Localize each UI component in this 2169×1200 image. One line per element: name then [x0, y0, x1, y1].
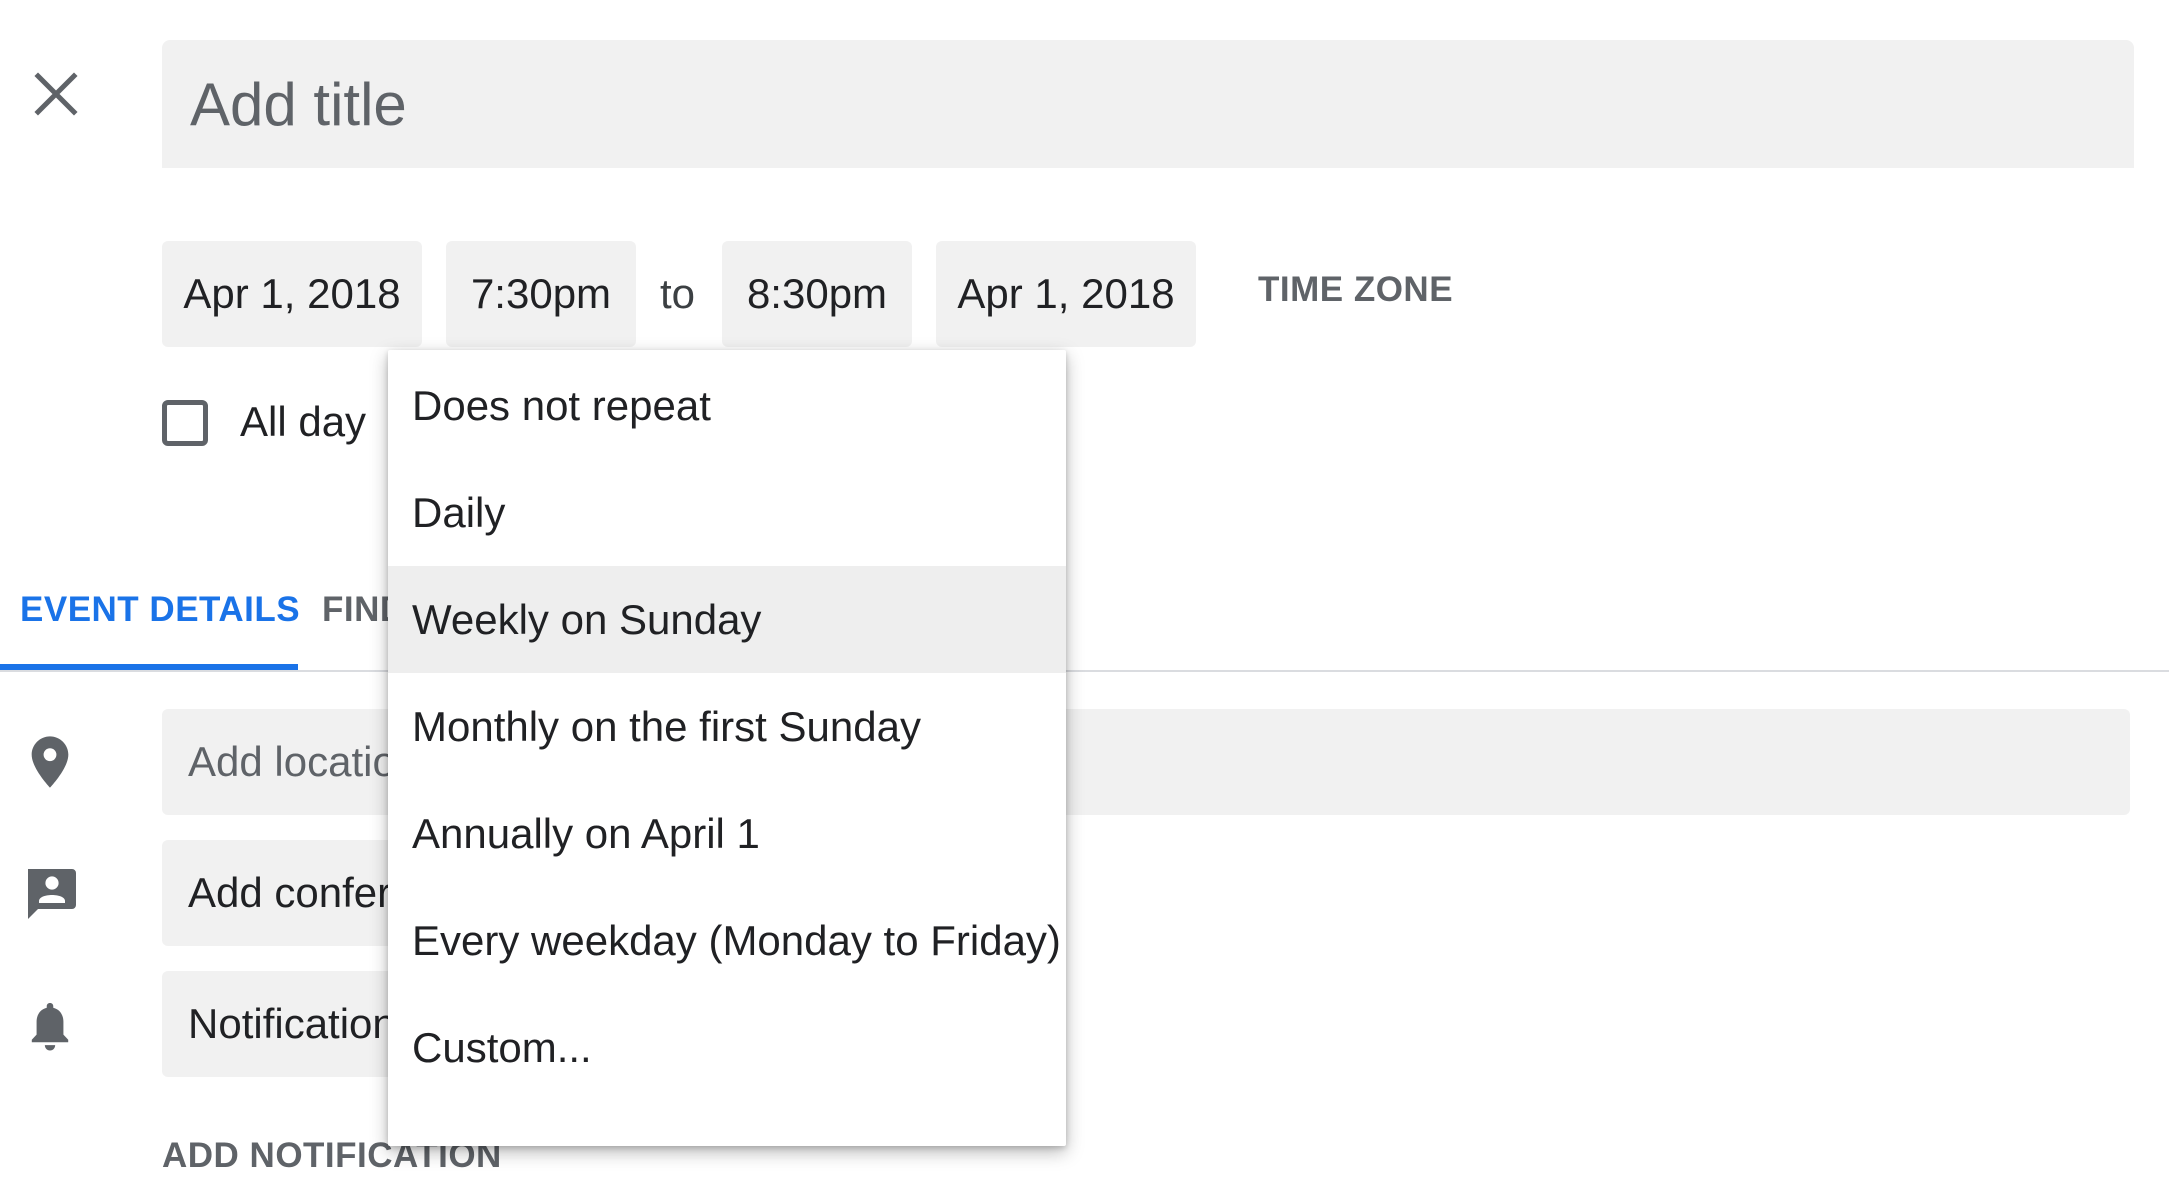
close-button[interactable]	[22, 62, 90, 130]
notification-label: Notification	[188, 1000, 396, 1047]
menu-item-every-weekday[interactable]: Every weekday (Monday to Friday)	[388, 887, 1066, 994]
to-label: to	[660, 270, 696, 317]
end-date-button[interactable]: Apr 1, 2018	[936, 241, 1196, 347]
end-time-button[interactable]: 8:30pm	[722, 241, 912, 347]
tab-divider	[0, 670, 2169, 672]
title-input[interactable]	[188, 68, 2092, 140]
all-day-label: All day	[240, 398, 367, 445]
menu-item-weekly[interactable]: Weekly on Sunday	[388, 566, 1066, 673]
start-date-button[interactable]: Apr 1, 2018	[162, 241, 422, 347]
bell-icon	[22, 998, 78, 1054]
conference-label: Add confer	[188, 869, 392, 916]
menu-item-does-not-repeat[interactable]: Does not repeat	[388, 352, 1066, 459]
menu-item-daily[interactable]: Daily	[388, 459, 1066, 566]
close-icon	[32, 70, 80, 123]
all-day-checkbox[interactable]	[162, 400, 208, 446]
menu-item-monthly[interactable]: Monthly on the first Sunday	[388, 673, 1066, 780]
tab-event-details[interactable]: EVENT DETAILS	[20, 590, 300, 630]
repeat-dropdown-menu: Does not repeat Daily Weekly on Sunday M…	[388, 350, 1066, 1146]
menu-item-custom[interactable]: Custom...	[388, 994, 1066, 1101]
location-placeholder: Add locatio	[188, 738, 396, 785]
time-zone-button[interactable]: TIME ZONE	[1258, 270, 1453, 310]
title-field[interactable]	[162, 40, 2134, 168]
location-pin-icon	[22, 734, 78, 790]
conference-icon	[22, 866, 78, 922]
start-time-button[interactable]: 7:30pm	[446, 241, 636, 347]
menu-item-annually[interactable]: Annually on April 1	[388, 780, 1066, 887]
